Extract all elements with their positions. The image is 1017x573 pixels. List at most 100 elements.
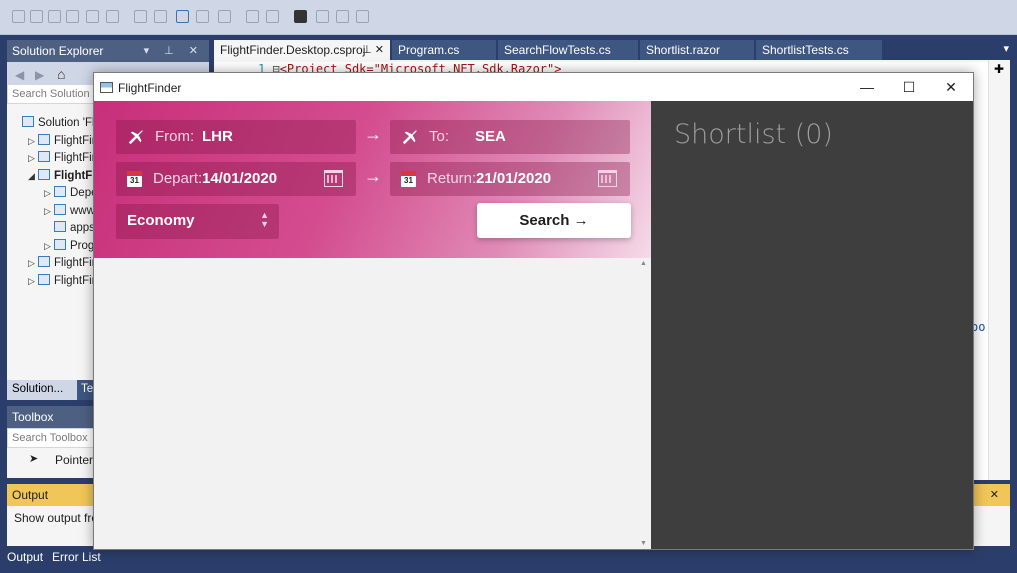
tree-item[interactable]: ▷ Prog xyxy=(44,238,95,252)
toolbar-list-icon[interactable] xyxy=(30,10,43,23)
home-icon[interactable]: ⌂ xyxy=(57,66,65,82)
search-header: From: LHR → To: SEA 31 Depart: 14/01/202… xyxy=(94,101,651,258)
toolbar-grid-icon[interactable] xyxy=(106,10,119,23)
window-titlebar[interactable]: FlightFinder — ☐ ✕ xyxy=(94,73,973,101)
toolbar-indent-icon[interactable] xyxy=(134,10,147,23)
toolbar-tree-icon[interactable] xyxy=(66,10,79,23)
cabin-class-select[interactable]: Economy ▲ ▼ xyxy=(116,204,279,239)
toolbar-align2-icon[interactable] xyxy=(266,10,279,23)
tree-item-label: FlightFir xyxy=(54,134,96,147)
tab-error-list[interactable]: Error List xyxy=(52,550,101,564)
tree-item[interactable]: ▷ FlightFir xyxy=(28,256,96,269)
project-icon xyxy=(54,238,66,250)
tree-item[interactable]: ◢ FlightFi xyxy=(28,168,96,182)
tree-item-label: www xyxy=(70,204,95,217)
plane-icon xyxy=(402,130,417,145)
toolbar-tree2-icon[interactable] xyxy=(86,10,99,23)
tree-expand-icon[interactable]: ◢ xyxy=(28,171,38,182)
tree-expand-icon[interactable]: ▷ xyxy=(44,241,54,252)
tree-item-label: Prog xyxy=(70,239,95,252)
tree-expand-icon[interactable]: ▷ xyxy=(28,153,38,164)
tree-expand-icon[interactable]: ▷ xyxy=(44,206,54,217)
tab-searchflowtests-label: SearchFlowTests.cs xyxy=(504,43,611,57)
project-icon xyxy=(38,133,50,145)
scroll-down-icon[interactable]: ▼ xyxy=(640,540,647,547)
tree-item[interactable]: ▷ Depe xyxy=(44,186,98,199)
tree-expand-icon[interactable]: ▷ xyxy=(28,258,38,269)
close-button[interactable]: ✕ xyxy=(930,73,972,101)
flightfinder-window: FlightFinder — ☐ ✕ From: LHR → To: SEA 3… xyxy=(93,72,974,550)
search-button[interactable]: Search → xyxy=(477,203,631,238)
toolbar-hierarchy-icon[interactable] xyxy=(176,10,189,23)
solution-explorer-header: Solution Explorer ▾ ⊥ ✕ xyxy=(7,40,209,62)
tree-item-label: Solution 'Fl xyxy=(38,117,95,129)
project-icon xyxy=(38,151,50,162)
to-value: SEA xyxy=(475,128,506,145)
nav-forward-icon[interactable]: ▶ xyxy=(35,68,44,82)
minimize-button[interactable]: — xyxy=(846,73,888,101)
bookmark-clear-icon[interactable] xyxy=(356,10,369,23)
tab-overflow-icon[interactable]: ▾ xyxy=(1003,42,1009,55)
depart-label: Depart: xyxy=(153,170,203,187)
shortlist-pane: Shortlist (0) xyxy=(651,101,973,549)
toolbox-item-label: Pointer xyxy=(55,453,94,467)
panel-pin-close-icons[interactable]: ▾ ⊥ ✕ xyxy=(144,44,204,57)
solution-search-placeholder: Search Solution xyxy=(12,88,90,100)
bookmark-prev-icon[interactable] xyxy=(316,10,329,23)
tree-expand-icon[interactable]: ▷ xyxy=(28,136,38,147)
document-tabs: FlightFinder.Desktop.csproj ⊥ ✕ Program.… xyxy=(214,40,1017,60)
tab-program[interactable]: Program.cs xyxy=(392,40,496,60)
tab-solution[interactable]: Solution... xyxy=(12,383,63,395)
maximize-button[interactable]: ☐ xyxy=(888,73,930,101)
select-updown-icon: ▲ ▼ xyxy=(260,210,269,229)
toolbar-font-icon[interactable] xyxy=(196,10,209,23)
from-label: From: xyxy=(155,128,195,145)
toolbar-doc-icon[interactable] xyxy=(48,10,61,23)
results-scrollbar[interactable]: ▲ ▼ xyxy=(637,258,651,549)
toolbar-align-icon[interactable] xyxy=(246,10,259,23)
tree-item[interactable]: Solution 'Fl xyxy=(12,116,95,129)
cabin-class-value: Economy xyxy=(127,212,195,229)
from-value: LHR xyxy=(202,128,233,145)
tab-output[interactable]: Output xyxy=(7,550,43,564)
bookmark-icon[interactable] xyxy=(294,10,307,23)
editor-scrollbar[interactable]: ✚ oo xyxy=(971,60,1010,480)
return-field[interactable]: 31 Return: 21/01/2020 xyxy=(390,162,630,196)
tree-expand-icon[interactable]: ▷ xyxy=(28,276,38,287)
to-label: To: xyxy=(429,128,450,145)
tree-expand-icon[interactable]: ▷ xyxy=(44,188,54,199)
tree-item[interactable]: ▷ www xyxy=(44,203,95,217)
depart-field[interactable]: 31 Depart: 14/01/2020 xyxy=(116,162,356,196)
tab-close-icon[interactable]: ⊥ ✕ xyxy=(362,43,384,56)
tab-shortlist-razor[interactable]: Shortlist.razor xyxy=(640,40,754,60)
calendar-day: 31 xyxy=(130,176,139,185)
tab-shortlisttests[interactable]: ShortlistTests.cs xyxy=(756,40,882,60)
bookmark-next-icon[interactable] xyxy=(336,10,349,23)
tree-item[interactable]: ▷ FlightFir xyxy=(28,151,96,164)
project-icon xyxy=(54,186,66,197)
tree-item-label: FlightFir xyxy=(54,257,96,269)
tree-item[interactable]: apps xyxy=(44,221,95,234)
toolbox-search-placeholder: Search Toolbox xyxy=(12,432,88,444)
tab-csproj[interactable]: FlightFinder.Desktop.csproj ⊥ ✕ xyxy=(214,40,390,60)
scroll-up-icon[interactable]: ▲ xyxy=(640,260,647,267)
toolbar-box-icon[interactable] xyxy=(154,10,167,23)
tab-program-label: Program.cs xyxy=(398,43,460,57)
tree-item[interactable]: ▷ FlightFir xyxy=(28,273,96,287)
split-icon[interactable]: ✚ xyxy=(994,62,1004,76)
app-icon xyxy=(100,82,113,93)
tab-csproj-label: FlightFinder.Desktop.csproj xyxy=(220,43,366,57)
tab-shortlist-razor-label: Shortlist.razor xyxy=(646,43,721,57)
nav-back-icon[interactable]: ◀ xyxy=(15,68,24,82)
date-picker-icon[interactable] xyxy=(598,170,617,187)
tab-searchflowtests[interactable]: SearchFlowTests.cs xyxy=(498,40,638,60)
vs-toolbar xyxy=(0,0,1017,35)
date-picker-icon[interactable] xyxy=(324,170,343,187)
to-field[interactable]: To: SEA xyxy=(390,120,630,154)
calendar-icon: 31 xyxy=(127,171,142,187)
toolbar-frame-icon[interactable] xyxy=(218,10,231,23)
from-field[interactable]: From: LHR xyxy=(116,120,356,154)
tree-item[interactable]: ▷ FlightFir xyxy=(28,133,96,147)
plane-icon xyxy=(128,130,143,145)
pointer-icon: ➤ xyxy=(29,453,39,465)
